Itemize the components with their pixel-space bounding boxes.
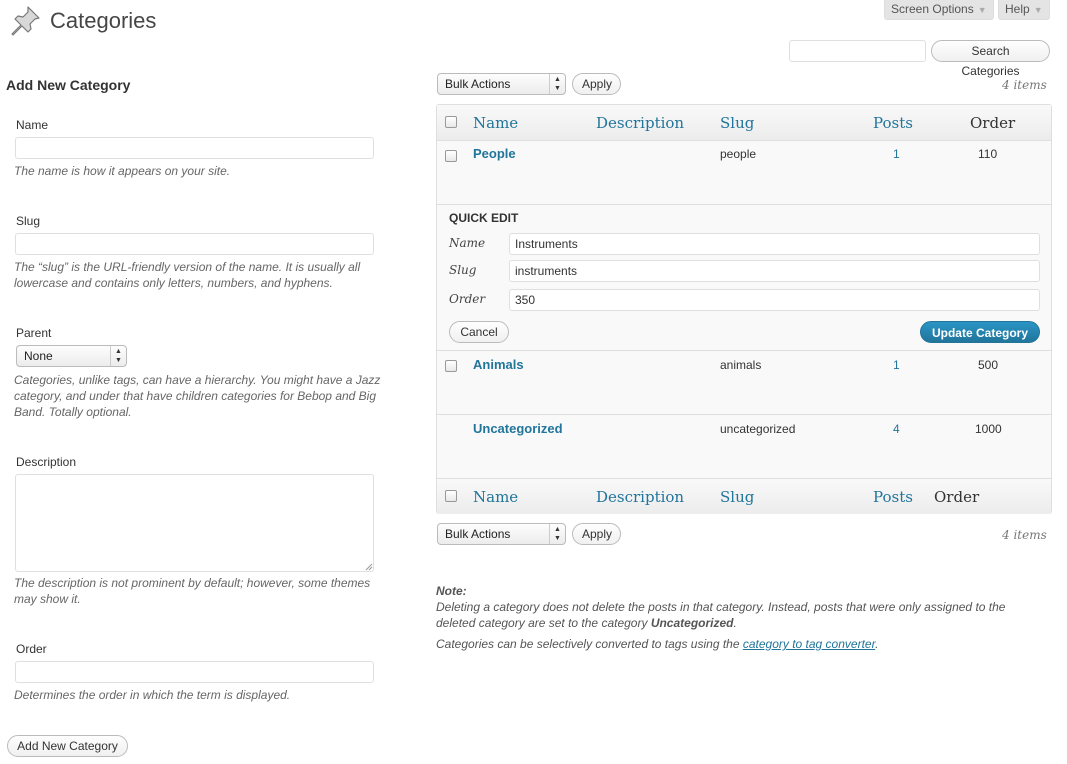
parent-select[interactable]: None ▲ ▼ [16, 345, 127, 367]
row-divider [437, 350, 1051, 351]
pushpin-icon [11, 6, 40, 36]
category-posts-link[interactable]: 1 [893, 147, 900, 161]
select-all-checkbox-footer[interactable] [445, 490, 457, 502]
note-line-1: Deleting a category does not delete the … [436, 600, 1006, 614]
column-footer-posts[interactable]: Posts [873, 488, 913, 506]
note-line-3: Categories can be selectively converted … [436, 636, 878, 652]
column-header-posts[interactable]: Posts [873, 114, 913, 132]
order-label: Order [16, 642, 47, 656]
parent-hint-line-2: category, and under that have children c… [14, 389, 377, 403]
search-input[interactable] [789, 40, 926, 62]
category-order: 500 [978, 358, 999, 372]
slug-hint-line-2: lowercase and contains only letters, num… [14, 276, 333, 290]
items-count-top: 4 items [1002, 78, 1047, 92]
form-heading: Add New Category [6, 77, 131, 93]
category-posts-link[interactable]: 4 [893, 422, 900, 436]
column-header-name[interactable]: Name [473, 114, 518, 132]
note-uncategorized: Uncategorized [650, 616, 734, 630]
category-slug: people [720, 147, 757, 161]
category-order: 1000 [975, 422, 1002, 436]
update-category-button[interactable]: Update Category [920, 321, 1040, 343]
triangle-down-icon: ▼ [977, 5, 987, 15]
updown-arrows-icon: ▲ ▼ [549, 524, 565, 544]
add-new-category-button[interactable]: Add New Category [7, 735, 128, 757]
quick-edit-name-input[interactable] [509, 233, 1040, 255]
screen-options-label: Screen Options [891, 2, 974, 16]
screen-options-button[interactable]: Screen Options ▼ [884, 0, 994, 20]
items-count-bottom: 4 items [1002, 528, 1047, 542]
quick-edit-order-input[interactable] [509, 289, 1040, 311]
bulk-actions-selected: Bulk Actions [445, 527, 511, 541]
select-all-checkbox[interactable] [445, 116, 457, 128]
name-field[interactable] [15, 137, 374, 159]
category-order: 110 [978, 147, 998, 161]
note-line-3-prefix: Categories can be selectively converted … [436, 637, 743, 651]
name-label: Name [16, 118, 49, 132]
name-hint: The name is how it appears on your site. [14, 164, 231, 178]
help-button[interactable]: Help ▼ [998, 0, 1050, 20]
row-checkbox[interactable] [445, 360, 457, 372]
column-footer-order: Order [934, 488, 980, 506]
description-hint-line-2: may show it. [14, 592, 81, 606]
quick-edit-cancel-button[interactable]: Cancel [449, 321, 509, 343]
help-label: Help [1005, 2, 1030, 16]
search-categories-button[interactable]: Search Categories [931, 40, 1050, 78]
parent-hint-line-3: Band. Totally optional. [14, 405, 132, 419]
quick-edit-order-label: Order [449, 292, 486, 306]
category-to-tag-converter-link[interactable]: category to tag converter [743, 637, 875, 651]
column-footer-slug[interactable]: Slug [720, 488, 754, 506]
note-line-3-suffix: . [875, 637, 879, 651]
updown-arrows-icon: ▲ ▼ [549, 74, 565, 94]
parent-hint-line-1: Categories, unlike tags, can have a hier… [14, 373, 381, 387]
bulk-actions-select-top[interactable]: Bulk Actions ▲ ▼ [437, 73, 566, 95]
note-line-2-prefix: deleted category are set to the category [436, 616, 651, 630]
page-title: Categories [50, 8, 157, 33]
description-textarea[interactable] [15, 474, 374, 572]
parent-label: Parent [16, 326, 52, 340]
quick-edit-slug-label: Slug [449, 263, 477, 277]
bulk-actions-select-bottom[interactable]: Bulk Actions ▲ ▼ [437, 523, 566, 545]
slug-hint-line-1: The “slug” is the URL-friendly version o… [14, 260, 361, 274]
apply-button-top[interactable]: Apply [572, 73, 621, 95]
category-name-link[interactable]: Uncategorized [473, 421, 563, 436]
description-hint-line-1: The description is not prominent by defa… [14, 576, 371, 590]
row-divider [437, 204, 1051, 205]
slug-field[interactable] [15, 233, 374, 255]
description-label: Description [16, 455, 77, 469]
apply-button-bottom[interactable]: Apply [572, 523, 621, 545]
updown-arrows-icon: ▲ ▼ [110, 346, 126, 366]
quick-edit-heading: QUICK EDIT [449, 211, 519, 225]
column-footer-description[interactable]: Description [596, 488, 684, 506]
table-footer: Name Description Slug Posts Order [437, 479, 1051, 514]
note-label: Note: [436, 584, 467, 598]
category-posts-link[interactable]: 1 [893, 358, 900, 372]
parent-selected-value: None [24, 349, 53, 363]
row-divider [437, 140, 1051, 141]
bulk-actions-selected: Bulk Actions [445, 77, 511, 91]
row-divider [437, 414, 1051, 415]
note-line-2-suffix: . [733, 616, 737, 630]
table-header: Name Description Slug Posts Order [437, 105, 1051, 140]
quick-edit-slug-input[interactable] [509, 260, 1040, 282]
order-hint: Determines the order in which the term i… [14, 688, 291, 702]
row-checkbox[interactable] [445, 150, 457, 162]
resize-grip-icon[interactable] [364, 562, 373, 571]
category-name-link[interactable]: People [473, 146, 516, 161]
column-header-slug[interactable]: Slug [720, 114, 754, 132]
category-slug: uncategorized [720, 422, 796, 436]
column-footer-name[interactable]: Name [473, 488, 518, 506]
column-header-order: Order [970, 114, 1016, 132]
order-field[interactable] [15, 661, 374, 683]
note-line-2: deleted category are set to the category… [436, 615, 737, 631]
category-slug: animals [720, 358, 762, 372]
slug-label: Slug [16, 214, 41, 228]
categories-table: Name Description Slug Posts Order People… [436, 104, 1052, 514]
quick-edit-name-label: Name [449, 236, 486, 250]
category-name-link[interactable]: Animals [473, 357, 524, 372]
triangle-down-icon: ▼ [1033, 5, 1043, 15]
column-header-description[interactable]: Description [596, 114, 684, 132]
